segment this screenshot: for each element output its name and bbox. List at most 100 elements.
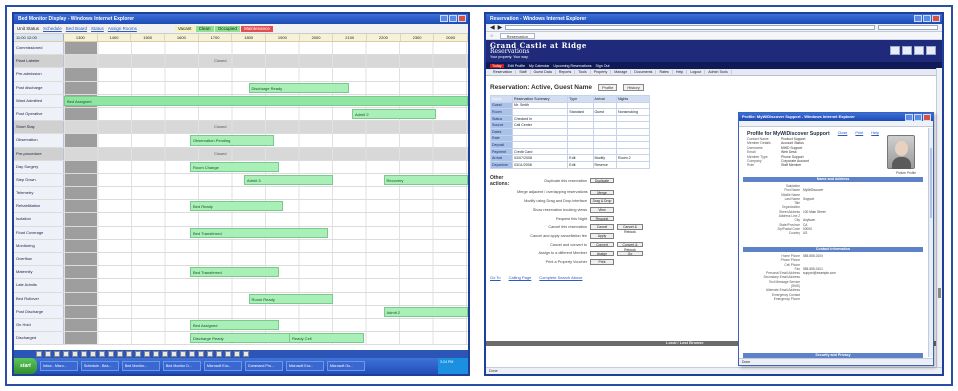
action-button[interactable]: Print xyxy=(590,259,614,265)
action-button-secondary[interactable]: Convert & Rebook xyxy=(617,241,643,252)
action-button[interactable]: View xyxy=(590,207,614,213)
link-status[interactable]: Status xyxy=(91,26,104,31)
quicklaunch-icon[interactable] xyxy=(99,351,105,357)
profile-button[interactable]: Profile xyxy=(598,84,618,91)
close-button[interactable] xyxy=(932,15,940,22)
alert-badge[interactable]: Today xyxy=(490,63,504,68)
menu-item[interactable]: Tools xyxy=(575,70,591,74)
quicklaunch-icon[interactable] xyxy=(135,351,141,357)
quicklaunch-icon[interactable] xyxy=(90,351,96,357)
popup-link-help[interactable]: Help xyxy=(871,131,879,137)
link-bed-board[interactable]: Bed Board xyxy=(66,26,87,31)
menu-item[interactable]: Staff xyxy=(516,70,531,74)
popup-link-print[interactable]: Print xyxy=(855,131,863,137)
occupancy-bar[interactable]: Observation Pending xyxy=(190,135,274,146)
logout-icon[interactable] xyxy=(926,46,936,55)
link-assign-rooms[interactable]: Assign Rooms xyxy=(108,26,137,31)
menu-item[interactable]: Help xyxy=(673,70,688,74)
menu-item[interactable]: Property xyxy=(591,70,612,74)
bed-row[interactable]: Short Stay Closed xyxy=(14,121,468,135)
maximize-button[interactable] xyxy=(914,114,922,121)
nav-sign-out[interactable]: Sign Out xyxy=(596,64,610,68)
bed-row[interactable]: Pre-procedure Closed xyxy=(14,147,468,161)
start-button[interactable]: start xyxy=(14,358,37,374)
bed-row[interactable]: Day Surgery Room Change xyxy=(14,160,468,174)
menu-item[interactable]: Admin Tools xyxy=(705,70,732,74)
bed-row[interactable]: Late Admits xyxy=(14,279,468,293)
quicklaunch-icon[interactable] xyxy=(180,351,186,357)
help-icon[interactable] xyxy=(914,46,924,55)
quicklaunch-icon[interactable] xyxy=(45,351,51,357)
bed-row[interactable]: On Hold Bed Assigned xyxy=(14,318,468,333)
quicklaunch-icon[interactable] xyxy=(117,351,123,357)
action-button[interactable]: Assign xyxy=(590,250,614,257)
taskbar-button[interactable]: Microsoft Exc... xyxy=(203,361,242,371)
bed-row[interactable]: Post Operative Admit 2 xyxy=(14,107,468,122)
quicklaunch-icon[interactable] xyxy=(63,351,69,357)
bed-row[interactable]: Ward Admitted Bed Assigned xyxy=(14,94,468,108)
quicklaunch-icon[interactable] xyxy=(162,351,168,357)
url-field[interactable] xyxy=(505,25,875,30)
occupancy-bar[interactable]: Admit 2 xyxy=(352,108,436,120)
bed-row[interactable]: Post discharge Discharge Ready xyxy=(14,81,468,95)
action-button[interactable]: Request xyxy=(590,215,614,222)
nav-my-calendar[interactable]: My Calendar xyxy=(529,64,549,68)
popup-scrollbar[interactable] xyxy=(928,128,933,357)
page-scrollbar[interactable] xyxy=(936,68,942,367)
home-icon[interactable] xyxy=(890,46,900,55)
action-button-secondary[interactable]: Cancel & Rebook xyxy=(617,224,643,234)
action-button[interactable]: Duplicate xyxy=(590,177,614,184)
mail-icon[interactable] xyxy=(902,46,912,55)
menu-item[interactable]: Guest Data xyxy=(531,70,556,74)
bed-row[interactable]: Rehabilitation Bed Ready xyxy=(14,200,468,214)
bed-row[interactable]: Maternity Bed Transferred xyxy=(14,266,468,280)
bed-row[interactable]: Step Down Admit 3 Recovery xyxy=(14,173,468,188)
maximize-button[interactable] xyxy=(449,15,457,22)
taskbar-button[interactable]: Microsoft Exc... xyxy=(285,361,324,371)
occupancy-bar[interactable]: Admit 2 xyxy=(383,306,468,317)
minimize-button[interactable] xyxy=(914,15,922,22)
browser-tab[interactable]: Reservation xyxy=(499,32,535,39)
close-button[interactable] xyxy=(923,114,931,121)
bed-row[interactable]: Pre-admission xyxy=(14,68,468,82)
taskbar-button[interactable]: Schedule - Bea... xyxy=(80,361,119,371)
link-complete-search[interactable]: Complete Search Above xyxy=(539,275,582,280)
history-button[interactable]: History xyxy=(623,84,644,91)
action-button[interactable]: Cancel xyxy=(590,224,614,230)
minimize-button[interactable] xyxy=(440,15,448,22)
search-box[interactable] xyxy=(878,25,938,30)
quicklaunch-icon[interactable] xyxy=(234,351,240,357)
quicklaunch-icon[interactable] xyxy=(243,351,249,357)
quicklaunch-icon[interactable] xyxy=(216,351,222,357)
occupancy-bar[interactable]: Room Change xyxy=(190,161,280,172)
occupancy-bar[interactable]: Admit 3 xyxy=(244,174,334,186)
quicklaunch-icon[interactable] xyxy=(207,351,213,357)
quicklaunch-icon[interactable] xyxy=(36,351,42,357)
taskbar-button[interactable]: Bed Monitor... xyxy=(121,361,160,371)
taskbar-button[interactable]: Microsoft Ou... xyxy=(326,361,365,371)
menu-item[interactable]: Documents xyxy=(631,70,657,74)
maximize-button[interactable] xyxy=(923,15,931,22)
bed-row[interactable]: Commissioned xyxy=(14,42,468,56)
quicklaunch-icon[interactable] xyxy=(144,351,150,357)
table-cell[interactable]: Edit xyxy=(567,154,594,162)
bed-row[interactable]: Discharged Discharge Ready Ready Cell xyxy=(14,332,468,346)
nav-edit-profile[interactable]: Edit Profile xyxy=(508,64,525,68)
taskbar-button[interactable]: Inbox - Micro... xyxy=(39,361,78,371)
quicklaunch-icon[interactable] xyxy=(108,351,114,357)
action-button[interactable]: Apply xyxy=(590,233,614,239)
popup-link-close[interactable]: Close xyxy=(838,131,848,137)
taskbar-button[interactable]: Bed Monitor D... xyxy=(162,361,201,371)
bed-row[interactable]: Isolation xyxy=(14,213,468,227)
forward-icon[interactable]: ▶ xyxy=(498,24,503,31)
quicklaunch-icon[interactable] xyxy=(225,351,231,357)
quicklaunch-icon[interactable] xyxy=(72,351,78,357)
bed-row[interactable]: Bed Rollover Room Ready xyxy=(14,292,468,306)
quicklaunch-icon[interactable] xyxy=(81,351,87,357)
menu-item[interactable]: Reservation xyxy=(490,70,517,74)
action-button[interactable]: Merge xyxy=(590,189,614,196)
occupancy-bar[interactable]: Bed Assigned xyxy=(64,95,468,106)
quicklaunch-icon[interactable] xyxy=(54,351,60,357)
bed-row[interactable]: Plant Labeler Closed xyxy=(14,55,468,69)
occupancy-bar[interactable]: Bed Ready xyxy=(190,201,283,212)
